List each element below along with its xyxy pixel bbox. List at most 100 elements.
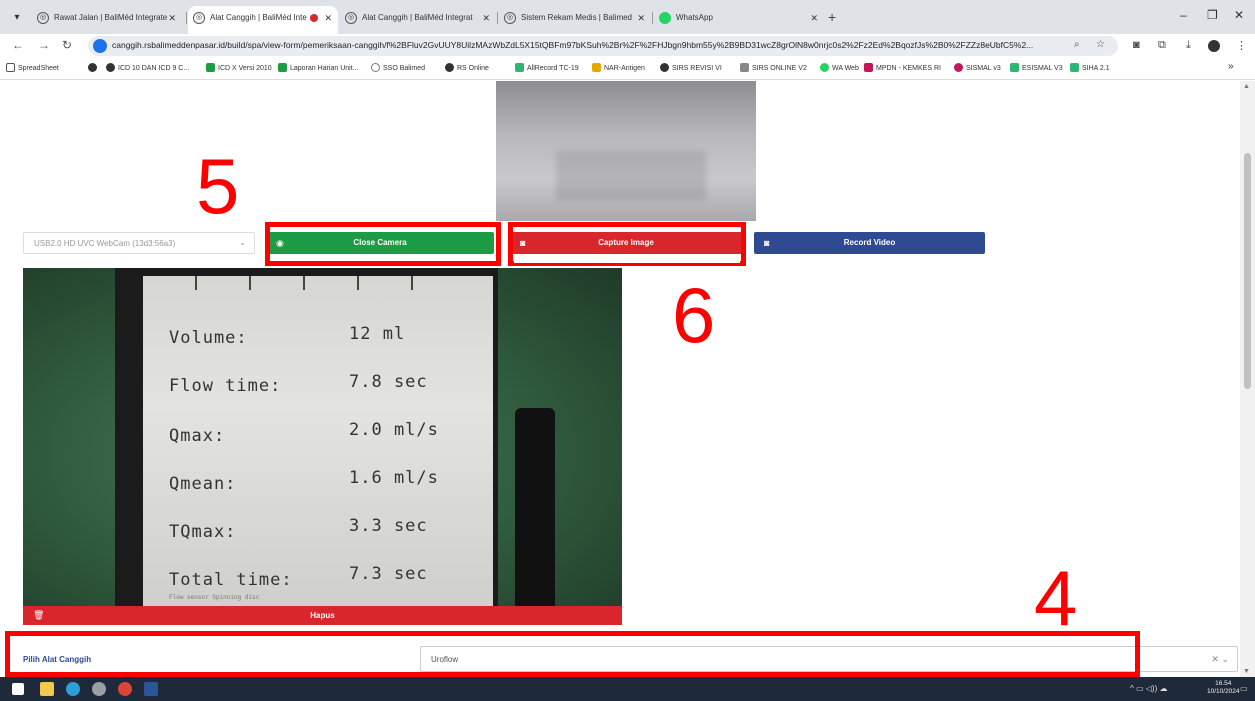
bookmark-icd10[interactable]: ICD 10 DAN ICD 9 C... (106, 63, 189, 72)
allrecord-icon (515, 63, 524, 72)
tab-close-icon[interactable]: ✕ (482, 6, 490, 30)
site-info-icon[interactable] (93, 39, 107, 53)
chrome-icon[interactable] (118, 682, 132, 696)
download-icon[interactable]: ⤓ (1186, 39, 1191, 52)
bookmark-rs-online[interactable]: RS Online (445, 63, 489, 72)
scroll-down-icon[interactable]: ▼ (1243, 668, 1250, 675)
delete-button[interactable]: 🗑 Hapus (23, 606, 622, 625)
bookmark-sismal[interactable]: SISMAL v3 (954, 63, 1001, 72)
zoom-icon[interactable]: ⌕ (1074, 39, 1080, 50)
extensions-icon[interactable]: ⧉ (1158, 39, 1166, 52)
lcd-label-tqmax: TQmax: (169, 522, 237, 542)
tab-close-icon[interactable]: ✕ (324, 6, 332, 30)
uroflow-lcd-screen: Volume: 12 ml Flow time: 7.8 sec Qmax: 2… (143, 276, 493, 606)
preview-blur (556, 151, 706, 201)
scroll-up-icon[interactable]: ▲ (1243, 83, 1250, 90)
page-scrollbar[interactable]: ▲ ▼ (1240, 81, 1255, 677)
whatsapp-icon (820, 63, 829, 72)
recording-indicator-icon (310, 14, 318, 22)
minimize-icon[interactable]: – (1180, 8, 1187, 22)
bookmark-sso[interactable]: SSO Balimed (371, 63, 425, 72)
bookmark-star-icon[interactable]: ☆ (1096, 39, 1105, 50)
doc-icon (740, 63, 749, 72)
annotation-number-6: 6 (672, 271, 716, 359)
camera-device-value: USB2.0 HD UVC WebCam (13d3:56a3) (34, 239, 176, 248)
tab-label: WhatsApp (676, 13, 713, 22)
tab-close-icon[interactable]: ✕ (637, 6, 645, 30)
reload-icon[interactable]: ↻ (62, 38, 72, 52)
telegram-icon[interactable] (66, 682, 80, 696)
annotation-underline (514, 261, 740, 263)
bookmark-blank[interactable] (88, 63, 100, 72)
clear-and-chevron-icon[interactable]: ✕ ⌄ (1211, 654, 1229, 665)
tray-icons[interactable]: ^ ▭ ◁)) ☁ (1130, 684, 1167, 693)
bookmark-esismal[interactable]: ESISMAL V3 (1010, 63, 1063, 72)
globe-icon (106, 63, 115, 72)
browser-toolbar: ← → ↻ canggih.rsbalimeddenpasar.id/build… (0, 34, 1255, 58)
annotation-number-4: 4 (1034, 554, 1078, 642)
new-tab-button[interactable]: + (828, 9, 836, 25)
url-text: canggih.rsbalimeddenpasar.id/build/spa/v… (112, 40, 1034, 50)
tab-close-icon[interactable]: ✕ (810, 6, 818, 30)
file-explorer-icon[interactable] (40, 682, 54, 696)
kebab-menu-icon[interactable]: ⋮ (1236, 39, 1247, 52)
app-icon[interactable] (92, 682, 106, 696)
windows-taskbar: ^ ▭ ◁)) ☁ 16.54 10/10/2024 ▭ (0, 677, 1255, 701)
notification-icon[interactable]: ▭ (1240, 684, 1248, 693)
word-icon[interactable] (144, 682, 158, 696)
lcd-label-volume: Volume: (169, 328, 248, 348)
tab-sistem-rekam-medis[interactable]: ◎ Sistem Rekam Medis | Balimed ✕ (499, 6, 651, 30)
bookmark-sirs-revisi[interactable]: SIRS REVISI VI (660, 63, 722, 72)
record-video-button[interactable]: ◙ Record Video (754, 232, 985, 254)
camera-permission-icon[interactable]: ◙ (1133, 39, 1140, 51)
back-arrow-icon[interactable]: ← (12, 38, 24, 52)
bookmark-siha[interactable]: SIHA 2.1 (1070, 63, 1110, 72)
bookmark-laporan[interactable]: Laporan Harian Unit... (278, 63, 358, 72)
profile-avatar[interactable] (1208, 40, 1220, 52)
camera-device-select[interactable]: USB2.0 HD UVC WebCam (13d3:56a3) ⌄ (23, 232, 255, 254)
browser-tab-bar: ▾ ◎ Rawat Jalan | BaliMéd Integrate ✕ ◎ … (0, 0, 1255, 34)
start-icon[interactable] (12, 683, 24, 695)
restore-icon[interactable]: ❐ (1207, 8, 1218, 22)
lcd-value-tqmax: 3.3 sec (349, 516, 428, 536)
address-bar[interactable]: canggih.rsbalimeddenpasar.id/build/spa/v… (88, 36, 1118, 56)
scrollbar-thumb[interactable] (1244, 153, 1251, 389)
bookmarks-overflow-icon[interactable]: » (1228, 61, 1234, 72)
bookmark-nar[interactable]: NAR-Antigen (592, 63, 645, 72)
bookmark-sirs-online[interactable]: SIRS ONLINE V2 (740, 63, 807, 72)
tab-search-chevron-icon[interactable]: ▾ (8, 9, 26, 27)
balimed-favicon-icon: ◎ (504, 12, 516, 24)
tab-alat-canggih-active[interactable]: ◎ Alat Canggih | BaliMéd Inte ✕ (188, 6, 338, 34)
tab-whatsapp[interactable]: WhatsApp ✕ (654, 6, 824, 30)
scale-tick (195, 276, 197, 290)
mpdn-icon (864, 63, 873, 72)
lcd-footer: Flow sensor Spinning disc (169, 594, 260, 601)
folder-icon (6, 63, 15, 72)
bookmark-mpdn[interactable]: MPDN - KEMKES RI (864, 63, 941, 72)
tab-label: Alat Canggih | BaliMéd Inte (210, 13, 307, 22)
tab-separator (186, 12, 187, 24)
clock-time: 16.54 (1215, 680, 1232, 687)
tab-label: Sistem Rekam Medis | Balimed (521, 13, 632, 22)
bookmark-wa-web[interactable]: WA Web (820, 63, 859, 72)
bookmark-spreadsheet[interactable]: SpreadSheet (6, 63, 59, 72)
balimed-favicon-icon: ◎ (37, 12, 49, 24)
lcd-value-qmax: 2.0 ml/s (349, 420, 439, 440)
camera-icon: ◙ (764, 238, 770, 248)
tab-close-icon[interactable]: ✕ (168, 6, 176, 30)
lcd-value-total-time: 7.3 sec (349, 564, 428, 584)
window-close-icon[interactable]: ✕ (1234, 8, 1244, 22)
annotation-box-4 (5, 631, 1140, 677)
tab-label: Rawat Jalan | BaliMéd Integrate (54, 13, 168, 22)
captured-image-preview (496, 81, 756, 221)
tab-rawat-jalan[interactable]: ◎ Rawat Jalan | BaliMéd Integrate ✕ (32, 6, 182, 30)
tab-label: Alat Canggih | BaliMéd Integrat (362, 13, 473, 22)
bookmark-icdx[interactable]: ICD X Versi 2010 (206, 63, 272, 72)
taskbar-clock[interactable]: 16.54 10/10/2024 (1207, 680, 1240, 696)
balimed-icon (371, 63, 380, 72)
bookmark-allrecord[interactable]: AllRecord TC-19 (515, 63, 579, 72)
forward-arrow-icon[interactable]: → (38, 38, 50, 52)
clock-date: 10/10/2024 (1207, 688, 1240, 695)
tab-alat-canggih-2[interactable]: ◎ Alat Canggih | BaliMéd Integrat ✕ (340, 6, 496, 30)
globe-icon (445, 63, 454, 72)
